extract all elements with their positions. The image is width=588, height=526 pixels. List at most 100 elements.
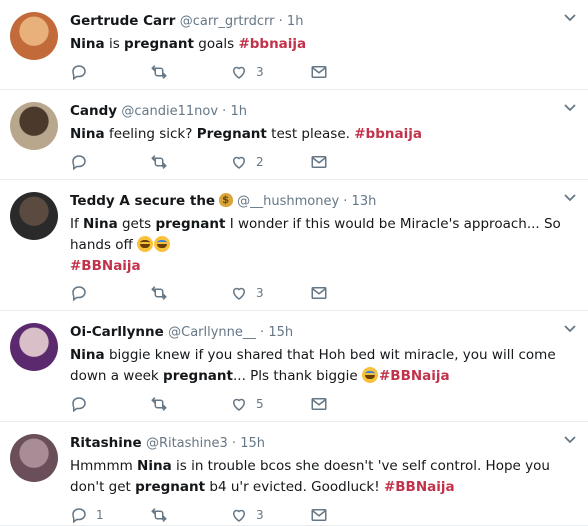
timestamp[interactable]: 1h xyxy=(287,14,304,29)
avatar[interactable] xyxy=(10,102,58,150)
user-handle[interactable]: @Carllynne__ xyxy=(168,325,256,340)
tweet-actions: 3 xyxy=(70,283,370,303)
user-handle[interactable]: @Ritashine3 xyxy=(146,436,228,451)
avatar[interactable] xyxy=(10,434,58,482)
separator-dot: · xyxy=(339,194,352,209)
retweet-icon xyxy=(150,506,168,524)
tweet-body: Gertrude Carr @carr_grtrdcrr · 1h Nina is… xyxy=(70,11,578,55)
heart-icon xyxy=(230,63,248,81)
text-segment: If xyxy=(70,216,84,232)
like-count: 3 xyxy=(256,508,264,522)
tears-of-joy-emoji xyxy=(361,367,378,383)
text-segment: goals xyxy=(193,36,239,52)
retweet-button[interactable] xyxy=(150,62,176,82)
tweet[interactable]: Gertrude Carr @carr_grtrdcrr · 1h Nina is… xyxy=(0,0,588,90)
keyword-highlight: Nina xyxy=(70,126,105,142)
tweet-header: Oi-Carllynne @Carllynne__ · 15h xyxy=(70,322,578,342)
retweet-icon xyxy=(150,395,168,413)
like-count: 2 xyxy=(256,155,264,169)
tweet-text: Nina feeling sick? Pregnant test please.… xyxy=(70,124,578,145)
tweet[interactable]: Oi-Carllynne @Carllynne__ · 15h Nina bigg… xyxy=(0,311,588,422)
display-name[interactable]: Teddy A secure the xyxy=(70,193,215,209)
keyword-highlight: pregnant xyxy=(124,36,194,52)
keyword-highlight: Nina xyxy=(83,216,118,232)
tweet-feed: Gertrude Carr @carr_grtrdcrr · 1h Nina is… xyxy=(0,0,588,526)
user-handle[interactable]: @candie11nov xyxy=(121,104,218,119)
reply-count: 1 xyxy=(96,508,104,522)
heart-icon xyxy=(230,395,248,413)
display-name[interactable]: Candy xyxy=(70,103,117,119)
money-bag-emoji xyxy=(219,191,234,211)
hashtag-link[interactable]: #bbnaija xyxy=(354,126,422,142)
tweet-text: If Nina gets pregnant I wonder if this w… xyxy=(70,214,578,277)
avatar[interactable] xyxy=(10,323,58,371)
avatar[interactable] xyxy=(10,192,58,240)
tweet-body: Oi-Carllynne @Carllynne__ · 15h Nina bigg… xyxy=(70,322,578,387)
display-name[interactable]: Ritashine xyxy=(70,435,142,451)
separator-dot: · xyxy=(227,436,241,451)
keyword-highlight: pregnant xyxy=(135,479,206,495)
retweet-icon xyxy=(150,63,168,81)
retweet-button[interactable] xyxy=(150,394,176,414)
like-button[interactable]: 3 xyxy=(230,62,264,82)
text-segment: b4 u'r evicted. Goodluck! xyxy=(205,479,384,495)
display-name[interactable]: Oi-Carllynne xyxy=(70,324,164,340)
tweet-header: Candy @candie11nov · 1h xyxy=(70,101,578,121)
reply-icon xyxy=(70,395,88,413)
like-button[interactable]: 3 xyxy=(230,283,264,303)
keyword-highlight: Pregnant xyxy=(196,126,267,142)
display-name[interactable]: Gertrude Carr xyxy=(70,13,175,29)
text-segment: feeling sick? xyxy=(104,126,197,142)
keyword-highlight: pregnant xyxy=(155,216,226,232)
envelope-icon xyxy=(310,395,328,413)
hashtag-link[interactable]: #BBNaija xyxy=(379,368,450,384)
tweet[interactable]: Ritashine @Ritashine3 · 15h Hmmmm Nina is… xyxy=(0,422,588,526)
retweet-button[interactable] xyxy=(150,152,176,172)
separator-dot: · xyxy=(274,14,287,29)
hashtag-link[interactable]: #BBNaija xyxy=(384,479,455,495)
tears-of-joy-emoji xyxy=(154,236,171,252)
retweet-icon xyxy=(150,284,168,302)
user-handle[interactable]: @carr_grtrdcrr xyxy=(180,14,275,29)
like-button[interactable]: 5 xyxy=(230,394,264,414)
retweet-button[interactable] xyxy=(150,505,176,525)
tweet-header: Teddy A secure the @__hushmoney · 13h xyxy=(70,191,578,211)
tweet[interactable]: Teddy A secure the @__hushmoney · 13h If N… xyxy=(0,180,588,311)
like-button[interactable]: 2 xyxy=(230,152,264,172)
text-segment: ... Pls thank biggie xyxy=(232,368,362,384)
reply-button[interactable] xyxy=(70,152,96,172)
direct-message-button[interactable] xyxy=(310,283,328,303)
reply-button[interactable]: 1 xyxy=(70,505,104,525)
envelope-icon xyxy=(310,153,328,171)
reply-button[interactable] xyxy=(70,283,96,303)
tweet-text: Hmmmm Nina is in trouble bcos she doesn'… xyxy=(70,456,578,498)
timestamp[interactable]: 15h xyxy=(240,436,265,451)
reply-icon xyxy=(70,284,88,302)
heart-icon xyxy=(230,506,248,524)
laughing-emoji xyxy=(137,236,154,252)
tweet-actions: 5 xyxy=(70,394,370,414)
reply-button[interactable] xyxy=(70,62,96,82)
text-segment: test please. xyxy=(266,126,355,142)
hashtag-link[interactable]: #BBNaija xyxy=(70,258,141,274)
direct-message-button[interactable] xyxy=(310,505,328,525)
hashtag-link[interactable]: #bbnaija xyxy=(238,36,306,52)
avatar[interactable] xyxy=(10,12,58,60)
keyword-highlight: Nina xyxy=(70,36,105,52)
timestamp[interactable]: 15h xyxy=(268,325,293,340)
like-button[interactable]: 3 xyxy=(230,505,264,525)
tweet[interactable]: Candy @candie11nov · 1h Nina feeling sick… xyxy=(0,90,588,180)
direct-message-button[interactable] xyxy=(310,152,328,172)
timestamp[interactable]: 1h xyxy=(230,104,247,119)
heart-icon xyxy=(230,153,248,171)
separator-dot: · xyxy=(218,104,231,119)
direct-message-button[interactable] xyxy=(310,394,328,414)
like-count: 3 xyxy=(256,286,264,300)
retweet-button[interactable] xyxy=(150,283,176,303)
reply-button[interactable] xyxy=(70,394,96,414)
direct-message-button[interactable] xyxy=(310,62,328,82)
user-handle[interactable]: @__hushmoney xyxy=(237,194,339,209)
timestamp[interactable]: 13h xyxy=(352,194,377,209)
tweet-text: Nina is pregnant goals #bbnaija xyxy=(70,34,578,55)
tweet-body: Teddy A secure the @__hushmoney · 13h If N… xyxy=(70,191,578,277)
